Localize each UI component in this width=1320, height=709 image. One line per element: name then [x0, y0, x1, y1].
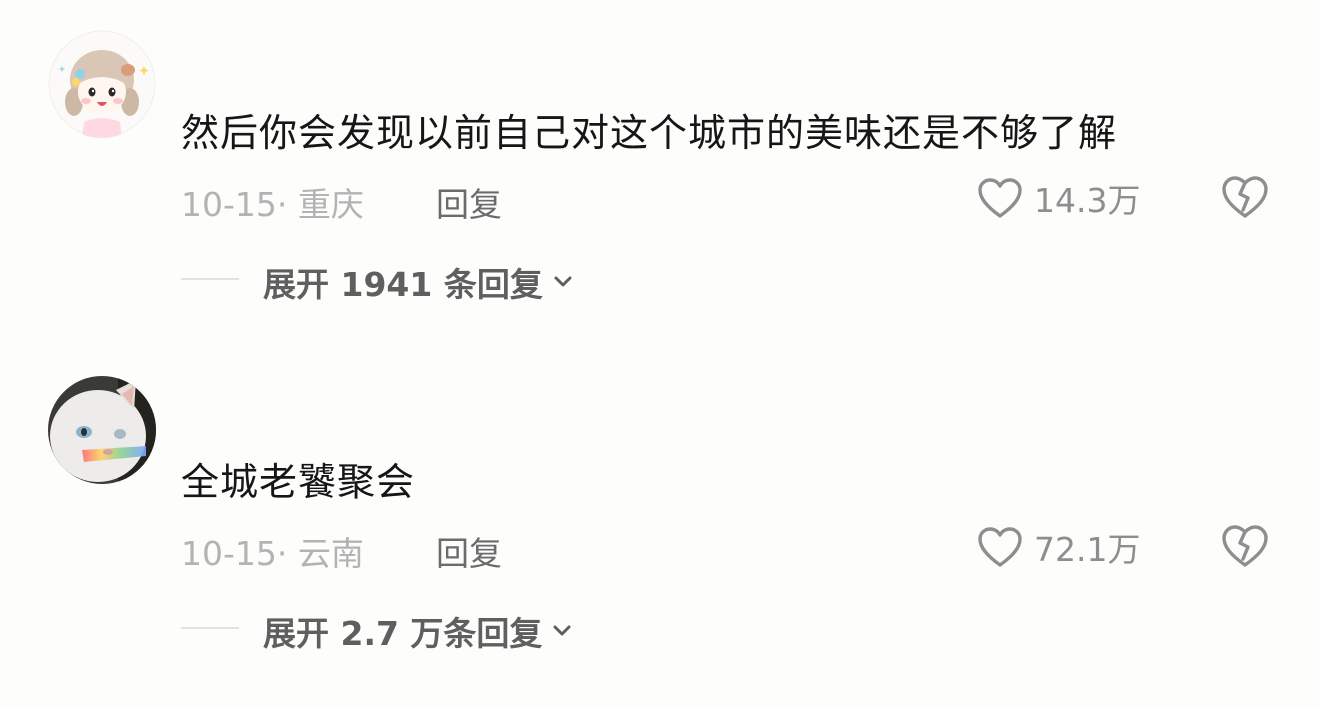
like-button[interactable]: 14.3万 [976, 174, 1140, 222]
expand-replies-label: 展开 2.7 万条回复 [263, 614, 543, 653]
expand-replies-button[interactable]: 展开 2.7 万条回复 [263, 607, 572, 655]
chevron-down-icon [554, 276, 572, 287]
expand-divider [181, 278, 239, 280]
like-count: 14.3万 [1034, 181, 1141, 220]
reply-button[interactable]: 回复 [436, 178, 502, 226]
heart-outline-icon [978, 178, 1022, 218]
expand-divider [181, 627, 239, 629]
reply-button[interactable]: 回复 [436, 527, 502, 575]
like-count: 72.1万 [1034, 530, 1141, 569]
like-button[interactable]: 72.1万 [976, 523, 1140, 571]
avatar[interactable] [48, 30, 156, 138]
cat-avatar-icon [48, 376, 156, 484]
expand-replies-button[interactable]: 展开 1941 条回复 [263, 258, 573, 306]
expand-replies-label: 展开 1941 条回复 [263, 265, 543, 304]
heart-outline-icon [978, 527, 1022, 567]
dislike-button[interactable] [1220, 174, 1270, 220]
broken-heart-icon [1222, 525, 1268, 567]
comment-list: 然后你会发现以前自己对这个城市的美味还是不够了解 10-15· 重庆 回复 14… [0, 0, 1320, 709]
comment-meta: 10-15· 云南 [181, 534, 364, 573]
chevron-down-icon [553, 625, 571, 636]
dislike-button[interactable] [1220, 523, 1270, 569]
cartoon-girl-avatar-icon [48, 30, 156, 138]
comment-meta: 10-15· 重庆 [181, 185, 364, 224]
avatar[interactable] [48, 376, 156, 484]
broken-heart-icon [1222, 176, 1268, 218]
comment-text: 全城老饕聚会 [181, 460, 416, 504]
comment-text: 然后你会发现以前自己对这个城市的美味还是不够了解 [181, 111, 1118, 155]
